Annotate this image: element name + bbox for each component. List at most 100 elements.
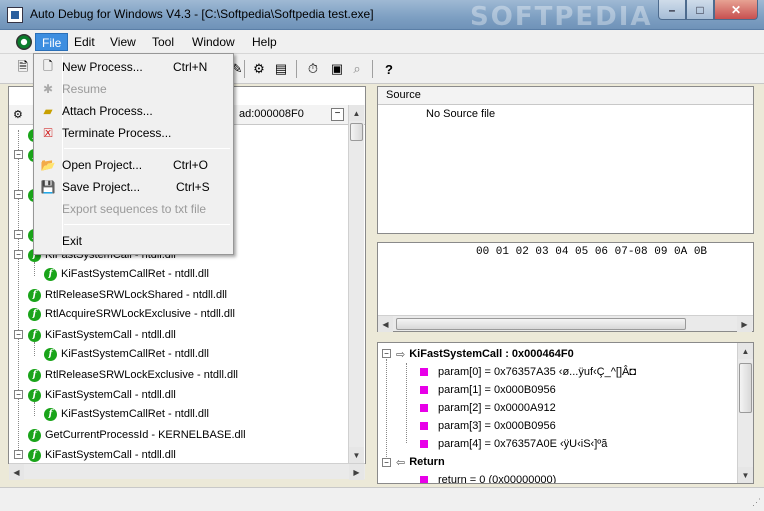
debug-target-icon[interactable] <box>16 34 32 50</box>
search-icon[interactable]: ⌕ <box>348 60 366 78</box>
gear-icon: ⚙ <box>13 109 23 121</box>
source-header: Source <box>378 87 753 105</box>
scroll-left-icon[interactable]: ◀ <box>378 316 393 332</box>
tree-item[interactable]: f GetCurrentProcessId - KERNELBASE.dll <box>28 426 246 444</box>
collapse-icon[interactable]: − <box>14 230 23 239</box>
param-marker-icon <box>420 440 428 448</box>
collapse-icon[interactable]: − <box>14 390 23 399</box>
chart-icon[interactable]: ▣ <box>328 60 346 78</box>
return-row[interactable]: return = 0 (0x00000000) <box>420 471 556 483</box>
tree-line <box>406 363 407 443</box>
function-call-icon: f <box>28 448 41 462</box>
minimize-button[interactable]: – <box>658 0 686 20</box>
param-row[interactable]: param[3] = 0x000B0956 <box>420 417 556 435</box>
tree-vertical-scrollbar[interactable]: ▲ ▼ <box>348 105 364 463</box>
menu-tool[interactable]: Tool <box>146 33 180 51</box>
tree-line <box>34 402 35 416</box>
return-node[interactable]: ⇦ Return <box>396 453 445 471</box>
timer-icon[interactable]: ⏱ <box>304 60 322 78</box>
toolbar-separator <box>372 60 373 78</box>
collapse-icon[interactable]: − <box>382 349 391 358</box>
tree-item[interactable]: f KiFastSystemCall - ntdll.dll <box>28 446 176 464</box>
source-pane: Source No Source file <box>377 86 754 234</box>
new-process-icon[interactable]: 🗎 <box>14 59 32 78</box>
collapse-icon[interactable]: − <box>382 458 391 467</box>
function-call-icon: f <box>44 347 57 361</box>
menu-help[interactable]: Help <box>246 33 283 51</box>
tree-horizontal-scrollbar[interactable]: ◀ ▶ <box>9 463 365 480</box>
param-row[interactable]: param[1] = 0x000B0956 <box>420 381 556 399</box>
tree-item[interactable]: f KiFastSystemCallRet - ntdll.dll <box>44 265 209 283</box>
maximize-button[interactable]: □ <box>686 0 714 20</box>
call-detail-pane: − ⇨ KiFastSystemCall : 0x000464F0 param[… <box>377 342 754 484</box>
menu-view[interactable]: View <box>104 33 142 51</box>
arrow-right-icon: ⇨ <box>396 348 406 361</box>
menu-item-exit[interactable]: Exit <box>36 231 231 251</box>
function-call-icon: f <box>28 328 41 342</box>
call-title: KiFastSystemCall : 0x000464F0 <box>409 348 574 360</box>
tree-item[interactable]: f KiFastSystemCall - ntdll.dll <box>28 326 176 344</box>
tree-line <box>34 342 35 356</box>
resume-icon: ✱ <box>42 82 54 96</box>
tree-item-label: RtlReleaseSRWLockExclusive - ntdll.dll <box>45 369 238 381</box>
scroll-left-icon[interactable]: ◀ <box>9 464 24 480</box>
menu-item-new-process[interactable]: 🗋 New Process... Ctrl+N <box>36 57 231 77</box>
menu-item-attach-process[interactable]: ▰ Attach Process... <box>36 101 231 121</box>
resize-grip-icon[interactable]: ⋰ <box>752 497 761 508</box>
hex-horizontal-scrollbar[interactable]: ◀ ▶ <box>378 315 753 332</box>
tree-item-label: RtlReleaseSRWLockShared - ntdll.dll <box>45 289 227 301</box>
menu-item-save-project[interactable]: 💾 Save Project... Ctrl+S <box>36 177 231 197</box>
menu-item-open-project[interactable]: 📂 Open Project... Ctrl+O <box>36 155 231 175</box>
menu-file[interactable]: File <box>35 33 69 51</box>
tree-item[interactable]: f KiFastSystemCallRet - ntdll.dll <box>44 405 209 423</box>
call-node[interactable]: ⇨ KiFastSystemCall : 0x000464F0 <box>396 345 574 363</box>
arrow-left-icon: ⇦ <box>396 456 406 469</box>
tree-line <box>34 262 35 276</box>
menu-item-export-sequences: Export sequences to txt file <box>62 202 207 216</box>
settings-icon[interactable]: ⚙ <box>250 60 268 78</box>
collapse-icon[interactable]: − <box>14 190 23 199</box>
param-row[interactable]: param[2] = 0x0000A912 <box>420 399 556 417</box>
tree-item[interactable]: f KiFastSystemCall - ntdll.dll <box>28 386 176 404</box>
scroll-up-icon[interactable]: ▲ <box>349 105 364 121</box>
tree-line <box>18 130 19 456</box>
file-menu-dropdown: 🗋 New Process... Ctrl+N ✱ Resume ▰ Attac… <box>33 53 234 255</box>
param-label: param[0] = 0x76357A35 ‹ø...ÿuf‹Ç_^[]Â◘ <box>438 366 636 378</box>
function-call-icon: f <box>44 267 57 281</box>
tree-item[interactable]: f RtlReleaseSRWLockExclusive - ntdll.dll <box>28 366 238 384</box>
close-button[interactable]: ✕ <box>714 0 758 20</box>
scroll-down-icon[interactable]: ▼ <box>738 467 753 483</box>
param-label: param[1] = 0x000B0956 <box>438 384 556 396</box>
call-vertical-scrollbar[interactable]: ▲ ▼ <box>737 343 753 483</box>
menu-separator <box>64 148 230 149</box>
tree-item[interactable]: f KiFastSystemCallRet - ntdll.dll <box>44 345 209 363</box>
menu-window[interactable]: Window <box>186 33 241 51</box>
scroll-down-icon[interactable]: ▼ <box>349 447 364 463</box>
collapse-icon[interactable]: − <box>14 330 23 339</box>
help-icon[interactable]: ? <box>380 60 398 78</box>
collapse-icon[interactable]: − <box>14 450 23 459</box>
scroll-thumb[interactable] <box>350 123 363 141</box>
param-label: param[3] = 0x000B0956 <box>438 420 556 432</box>
scroll-thumb[interactable] <box>396 318 686 330</box>
collapse-icon[interactable]: − <box>14 150 23 159</box>
tree-item[interactable]: f RtlAcquireSRWLockExclusive - ntdll.dll <box>28 305 235 323</box>
scroll-thumb[interactable] <box>739 363 752 413</box>
function-call-icon: f <box>44 407 57 421</box>
menu-item-terminate-process[interactable]: 🗵 Terminate Process... <box>36 123 231 143</box>
param-marker-icon <box>420 422 428 430</box>
collapse-icon[interactable]: − <box>14 250 23 259</box>
menu-edit[interactable]: Edit <box>68 33 101 51</box>
scroll-right-icon[interactable]: ▶ <box>349 464 364 480</box>
menu-separator <box>64 224 230 225</box>
menu-bar: File Edit View Tool Window Help <box>0 30 764 54</box>
scroll-up-icon[interactable]: ▲ <box>738 343 753 359</box>
properties-icon[interactable]: ▤ <box>272 60 290 78</box>
tree-item[interactable]: f RtlReleaseSRWLockShared - ntdll.dll <box>28 286 227 304</box>
param-row[interactable]: param[0] = 0x76357A35 ‹ø...ÿuf‹Ç_^[]Â◘ <box>420 363 636 381</box>
scroll-right-icon[interactable]: ▶ <box>737 316 752 332</box>
collapse-thread-button[interactable]: − <box>331 108 344 121</box>
toolbar-separator <box>296 60 297 78</box>
function-call-icon: f <box>28 288 41 302</box>
param-row[interactable]: param[4] = 0x76357A0E ‹ÿU‹iS‹]ºã <box>420 435 607 453</box>
